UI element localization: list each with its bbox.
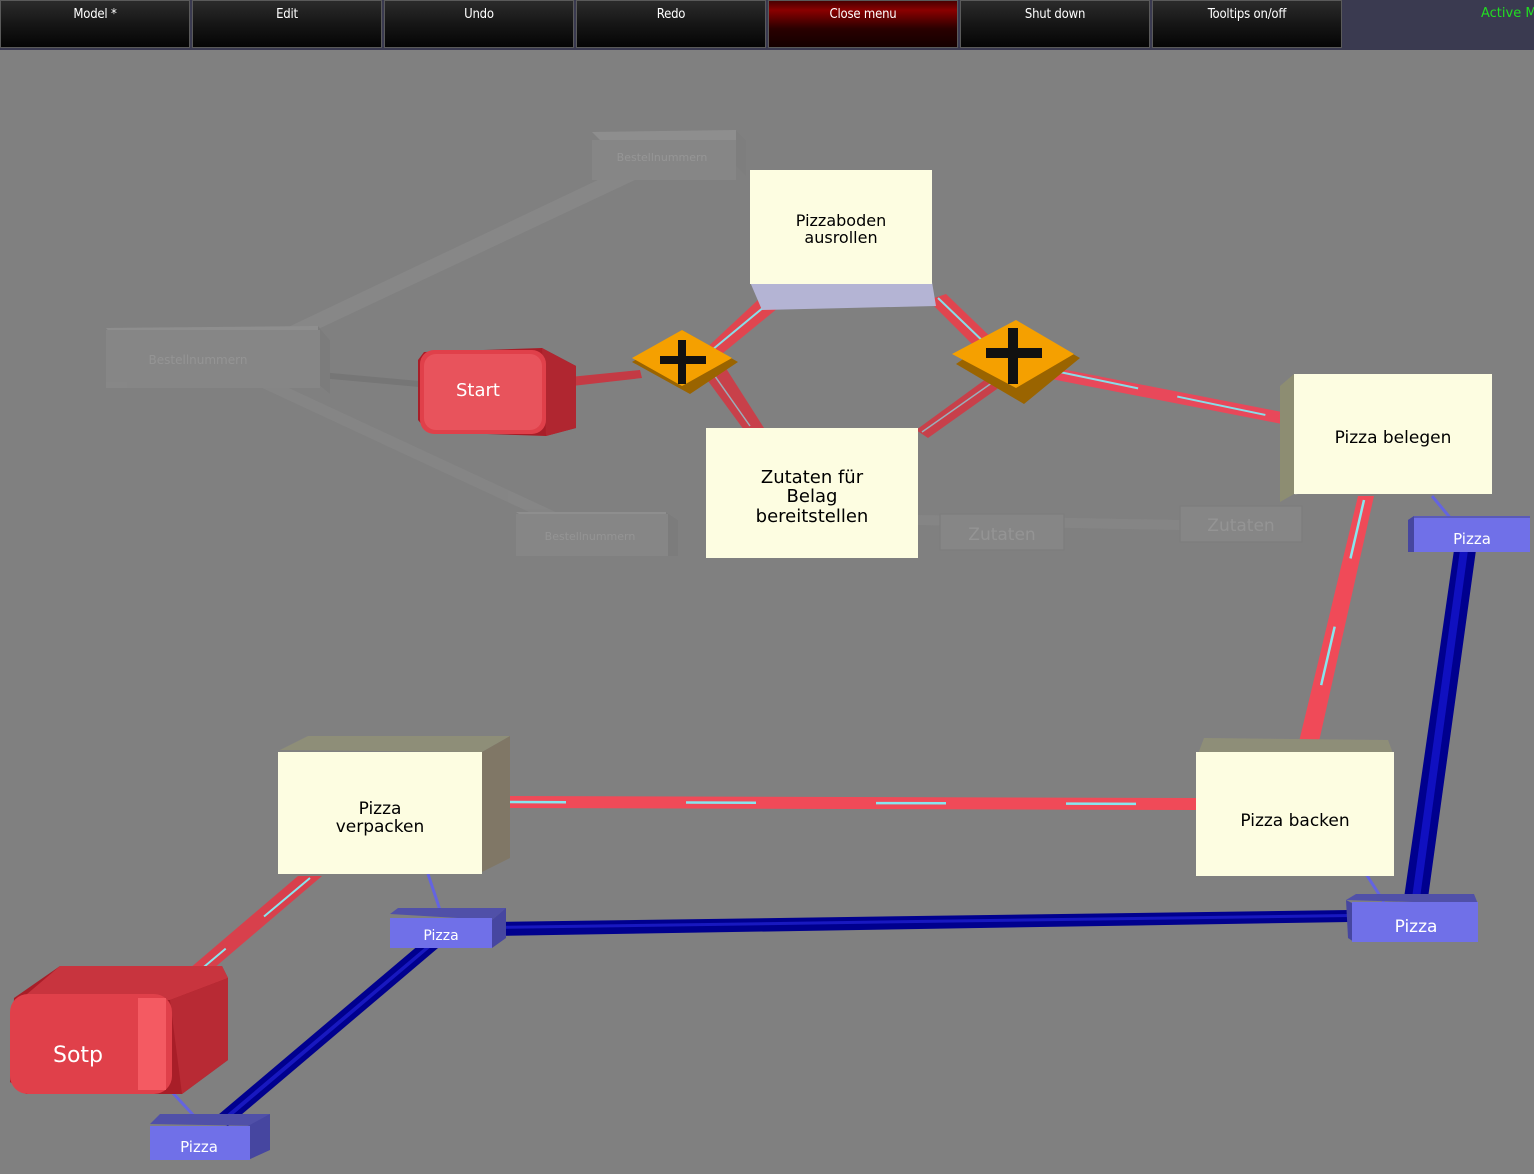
data-object-pizza-verpacken[interactable]: Pizza <box>390 908 506 948</box>
data-object-pizza-belegen[interactable]: Pizza <box>1408 516 1530 552</box>
ghost-label: Zutaten <box>968 525 1035 545</box>
task-pizzaboden-ausrollen[interactable]: Pizzaboden ausrollen <box>750 170 936 310</box>
task-zutaten-bereitstellen[interactable]: Zutaten für Belag bereitstellen <box>706 428 918 558</box>
data-object-label: Pizza <box>1453 530 1491 548</box>
control-flow-layer <box>162 294 1374 993</box>
data-object-pizza-backen[interactable]: Pizza <box>1346 894 1478 942</box>
process-model-canvas[interactable]: Bestellnummern Bestellnummern Bestellnum… <box>0 0 1534 1174</box>
data-object-label: Pizza <box>1395 917 1438 937</box>
ghost-label: Bestellnummern <box>545 530 636 543</box>
data-object-label: Pizza <box>180 1138 218 1156</box>
end-event[interactable]: Sotp <box>10 966 228 1094</box>
ghost-data-zutaten-middle: Zutaten <box>939 513 1065 551</box>
association-line <box>426 873 442 911</box>
end-event-label: Sotp <box>53 1043 103 1068</box>
task-label-line: verpacken <box>336 817 425 837</box>
ghost-data-bestellnummern-top: Bestellnummern <box>592 130 746 180</box>
association-line <box>168 1088 198 1120</box>
ghost-data-bestellnummern-left: Bestellnummern <box>106 326 330 394</box>
ghost-label: Zutaten <box>1207 516 1274 536</box>
task-pizza-backen[interactable]: Pizza backen <box>1196 738 1394 876</box>
start-event[interactable]: Start <box>418 348 576 436</box>
data-object-pizza-stop[interactable]: Pizza <box>150 1114 270 1160</box>
start-event-label: Start <box>456 380 500 401</box>
ghost-label: Bestellnummern <box>149 353 248 367</box>
ghost-data-zutaten-right: Zutaten <box>1179 505 1303 543</box>
data-object-label: Pizza <box>423 928 458 944</box>
ghost-data-bestellnummern-bottom: Bestellnummern <box>516 512 678 556</box>
task-label-line: Pizza <box>359 799 402 819</box>
task-pizza-verpacken[interactable]: Pizza verpacken <box>278 736 510 874</box>
task-label-line: Belag <box>787 486 838 507</box>
task-pizza-belegen[interactable]: Pizza belegen <box>1280 374 1492 502</box>
task-label-line: ausrollen <box>804 228 877 247</box>
ghost-label: Bestellnummern <box>617 151 708 164</box>
task-label-line: bereitstellen <box>756 506 869 527</box>
task-label: Pizza backen <box>1240 811 1349 831</box>
task-label-line: Zutaten für <box>761 467 864 488</box>
task-label: Pizza belegen <box>1335 428 1452 448</box>
